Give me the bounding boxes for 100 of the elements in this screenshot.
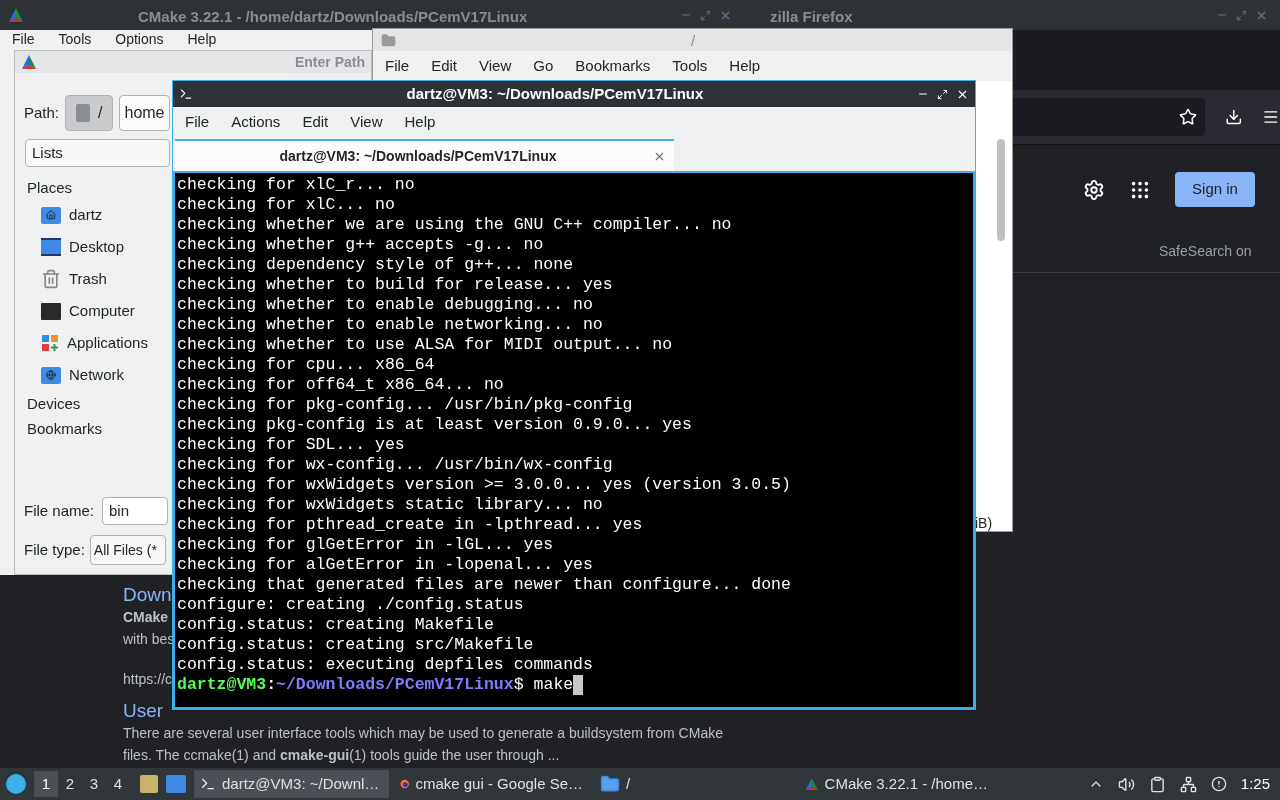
window-title: / [691,31,696,51]
menu-item[interactable]: View [350,111,383,134]
place-item[interactable]: Applications [67,331,148,355]
section-heading: Places [27,178,73,198]
scrollbar-thumb[interactable] [997,139,1005,241]
section-heading[interactable]: Devices [27,393,81,416]
dialog-title: Enter Path [295,52,365,72]
folder-icon [600,774,620,794]
settings-icon[interactable] [1083,178,1105,201]
result-url: https://c [123,670,173,689]
menu-item[interactable]: Tools [672,54,708,78]
path-button[interactable]: home [119,95,170,131]
menu-item[interactable]: Help [404,111,436,134]
output-line: checking for off64_t x86_64... no [177,375,505,395]
output-line: checking whether we are using the GNU C++ compiler... no [177,215,733,235]
output-line: checking whether to enable networking... no [177,315,604,335]
output-line: checking whether to enable debugging... no [177,295,594,315]
cursor [573,675,584,695]
triangle-logo-icon [8,7,24,23]
start-menu-icon[interactable] [6,774,26,794]
file-name-field[interactable]: bin [102,497,169,525]
file-type-dropdown[interactable]: All Files (* [89,535,166,565]
place-item[interactable]: dartz [69,203,103,227]
terminal-icon [200,776,216,792]
result-title-link[interactable]: Down [123,581,172,607]
prompt-symbol: $ [513,675,524,695]
task-button[interactable]: dartz@VM3: ~/Downl… [194,770,389,798]
clock[interactable]: 1:25 [1240,772,1270,796]
output-line: checking that generated files are newer than configure... done [177,575,792,595]
workspace-button[interactable]: 2 [58,771,82,797]
menu-item[interactable]: Actions [231,111,281,134]
workspace-button[interactable]: 3 [82,771,106,797]
output-line: checking for wxWidgets static library... no [177,495,604,515]
menu-item[interactable]: Bookmarks [575,54,651,78]
menu-item[interactable]: View [479,54,512,78]
place-item[interactable]: Network [69,363,124,387]
output-line: checking for cpu... x86_64 [177,355,436,375]
volume-icon[interactable] [1117,775,1135,793]
output-line: checking pkg-config is at least version 0.9.0... yes [177,415,693,435]
maximize-icon[interactable] [937,88,948,100]
output-line: checking for glGetError in -lGL... yes [177,535,555,555]
home-folder-icon [41,206,61,224]
workspace-button[interactable]: 4 [106,771,130,797]
menu-item[interactable]: Help [729,54,761,78]
output-line: checking for SDL... yes [177,435,406,455]
output-line: checking for wx-config... /usr/bin/wx-config [177,455,614,475]
field-label: File type: [24,539,85,560]
task-button[interactable]: CMake 3.22.1 - /home… [799,770,994,798]
window-title: CMake 3.22.1 - /home/dartz/Downloads/PCemV17Linux [138,7,528,27]
desktop-icon [41,238,61,256]
output-line: checking whether g++ accepts -g... no [177,235,545,255]
network-folder-icon [41,366,61,384]
clipboard-icon[interactable] [1148,775,1166,793]
menu-item[interactable]: Edit [431,54,458,78]
place-item[interactable]: Trash [69,267,107,291]
notification-icon[interactable] [1210,776,1227,792]
menu-icon[interactable] [1262,108,1280,126]
result-snippet: CMake [123,608,169,627]
output-line: checking for wxWidgets version >= 3.0.0... yes (version 3.0.5) [177,475,792,495]
output-line: checking for xlC... no [177,195,396,215]
folder-icon [381,32,396,48]
menu-item[interactable]: Options [115,31,164,48]
menu-item[interactable]: Edit [302,111,329,134]
address-bar[interactable] [1010,98,1205,136]
section-heading[interactable]: Bookmarks [27,418,103,441]
place-item[interactable]: Computer [69,299,135,323]
place-item[interactable]: Desktop [69,235,125,259]
trash-icon [41,269,61,289]
output-line: checking for pthread_create in -lpthread... yes [177,515,644,535]
bookmark-star-icon[interactable] [1178,108,1197,126]
status-text: iB) [975,514,993,533]
menu-item[interactable]: Go [533,54,554,78]
network-icon[interactable] [1179,775,1197,793]
download-icon[interactable] [1224,108,1243,126]
window-title: dartz@VM3: ~/Downloads/PCemV17Linux [405,83,705,104]
command-text: make [533,675,574,695]
path-button[interactable]: / [65,95,114,131]
menu-item[interactable]: File [385,54,410,78]
menu-item[interactable]: File [12,31,35,48]
output-line: checking for pkg-config... /usr/bin/pkg-config [177,395,634,415]
view-dropdown[interactable]: Lists [25,139,170,167]
output-line: config.status: executing depfiles commands [177,655,594,675]
triangle-logo-icon [805,776,819,792]
result-title-link[interactable]: User [123,697,164,723]
terminal-tab[interactable]: dartz@VM3: ~/Downloads/PCemV17Linux [175,139,674,171]
prompt-separator: : [266,675,277,695]
output-line: checking for alGetError in -lopenal... yes [177,555,594,575]
sign-in-button[interactable]: Sign in [1175,172,1255,207]
task-button[interactable]: cmake gui - Google Se… [394,770,589,798]
result-snippet: files. The ccmake(1) and cmake-gui(1) tools guide the user through ... [123,746,560,765]
menu-item[interactable]: Tools [58,31,92,48]
workspace-button[interactable]: 1 [34,771,58,797]
output-line: checking dependency style of g++... none [177,255,575,275]
menu-item[interactable]: Help [187,31,217,48]
menu-item[interactable]: File [185,111,210,134]
result-snippet: There are several user interface tools which may be used to generate a buildsystem from CMake [123,724,723,743]
task-button[interactable]: / [594,770,794,798]
output-line: config.status: creating Makefile [177,615,495,635]
prompt-path: ~/Downloads/PCemV17Linux [276,675,514,695]
terminal-icon [179,87,193,101]
